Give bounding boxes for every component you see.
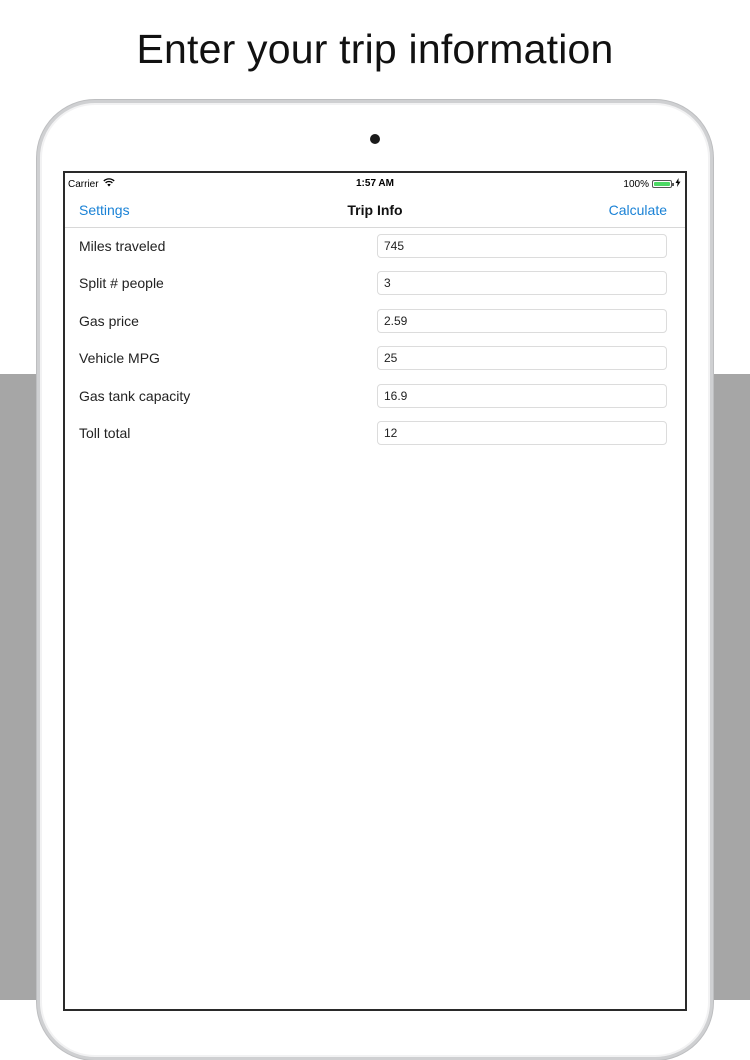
field-label: Toll total [79, 424, 131, 441]
field-row-split: Split # people [65, 268, 685, 305]
charging-bolt-icon [675, 178, 681, 190]
toll-total-input[interactable] [377, 420, 667, 445]
status-right: 100% [623, 178, 681, 190]
status-time: 1:57 AM [356, 178, 394, 189]
page-headline: Enter your trip information [136, 26, 614, 72]
nav-title: Trip Info [347, 202, 403, 218]
field-row-gas-price: Gas price [65, 306, 685, 343]
field-row-mpg: Vehicle MPG [65, 343, 685, 380]
app-screen: Carrier 1:57 AM 100% Settings Trip Info [63, 171, 687, 1011]
navigation-bar: Settings Trip Info Calculate [65, 193, 685, 228]
vehicle-mpg-input[interactable] [377, 346, 667, 371]
trip-form: Miles traveled Split # people Gas price … [65, 231, 685, 455]
field-label: Gas price [79, 312, 139, 329]
battery-percent: 100% [623, 178, 649, 190]
field-label: Vehicle MPG [79, 350, 160, 367]
field-row-tank: Gas tank capacity [65, 381, 685, 418]
field-row-miles: Miles traveled [65, 231, 685, 268]
camera-dot [370, 134, 380, 144]
battery-icon [652, 180, 674, 188]
field-label: Split # people [79, 275, 164, 292]
calculate-button[interactable]: Calculate [609, 202, 667, 218]
field-row-toll: Toll total [65, 418, 685, 455]
miles-input[interactable] [377, 234, 667, 258]
gas-price-input[interactable] [377, 308, 667, 333]
status-bar: Carrier 1:57 AM 100% [65, 173, 685, 193]
split-people-input[interactable] [377, 271, 667, 296]
field-label: Gas tank capacity [79, 387, 191, 404]
tank-capacity-input[interactable] [377, 383, 667, 408]
field-label: Miles traveled [79, 238, 166, 254]
